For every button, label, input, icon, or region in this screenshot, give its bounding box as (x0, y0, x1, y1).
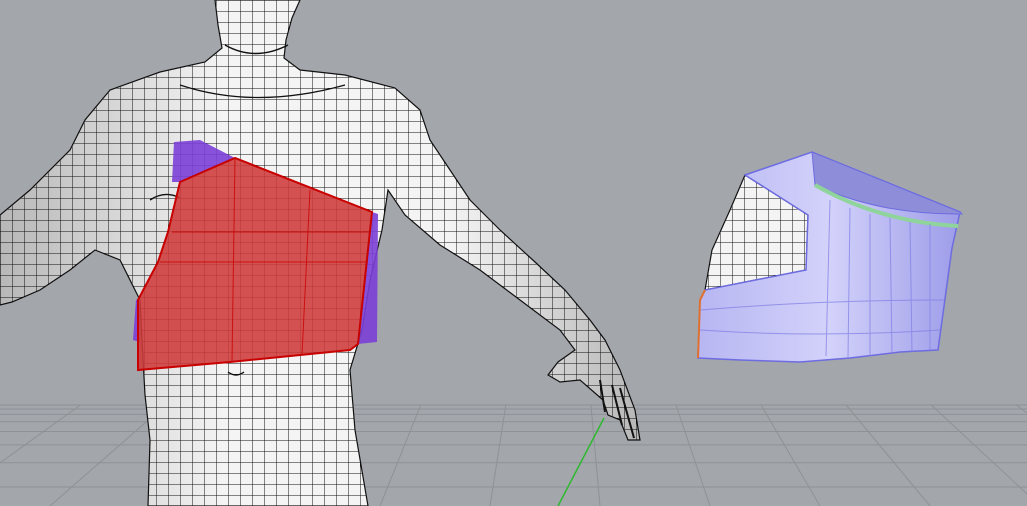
3d-viewport[interactable] (0, 0, 1027, 506)
viewport-scene[interactable] (0, 0, 1027, 506)
